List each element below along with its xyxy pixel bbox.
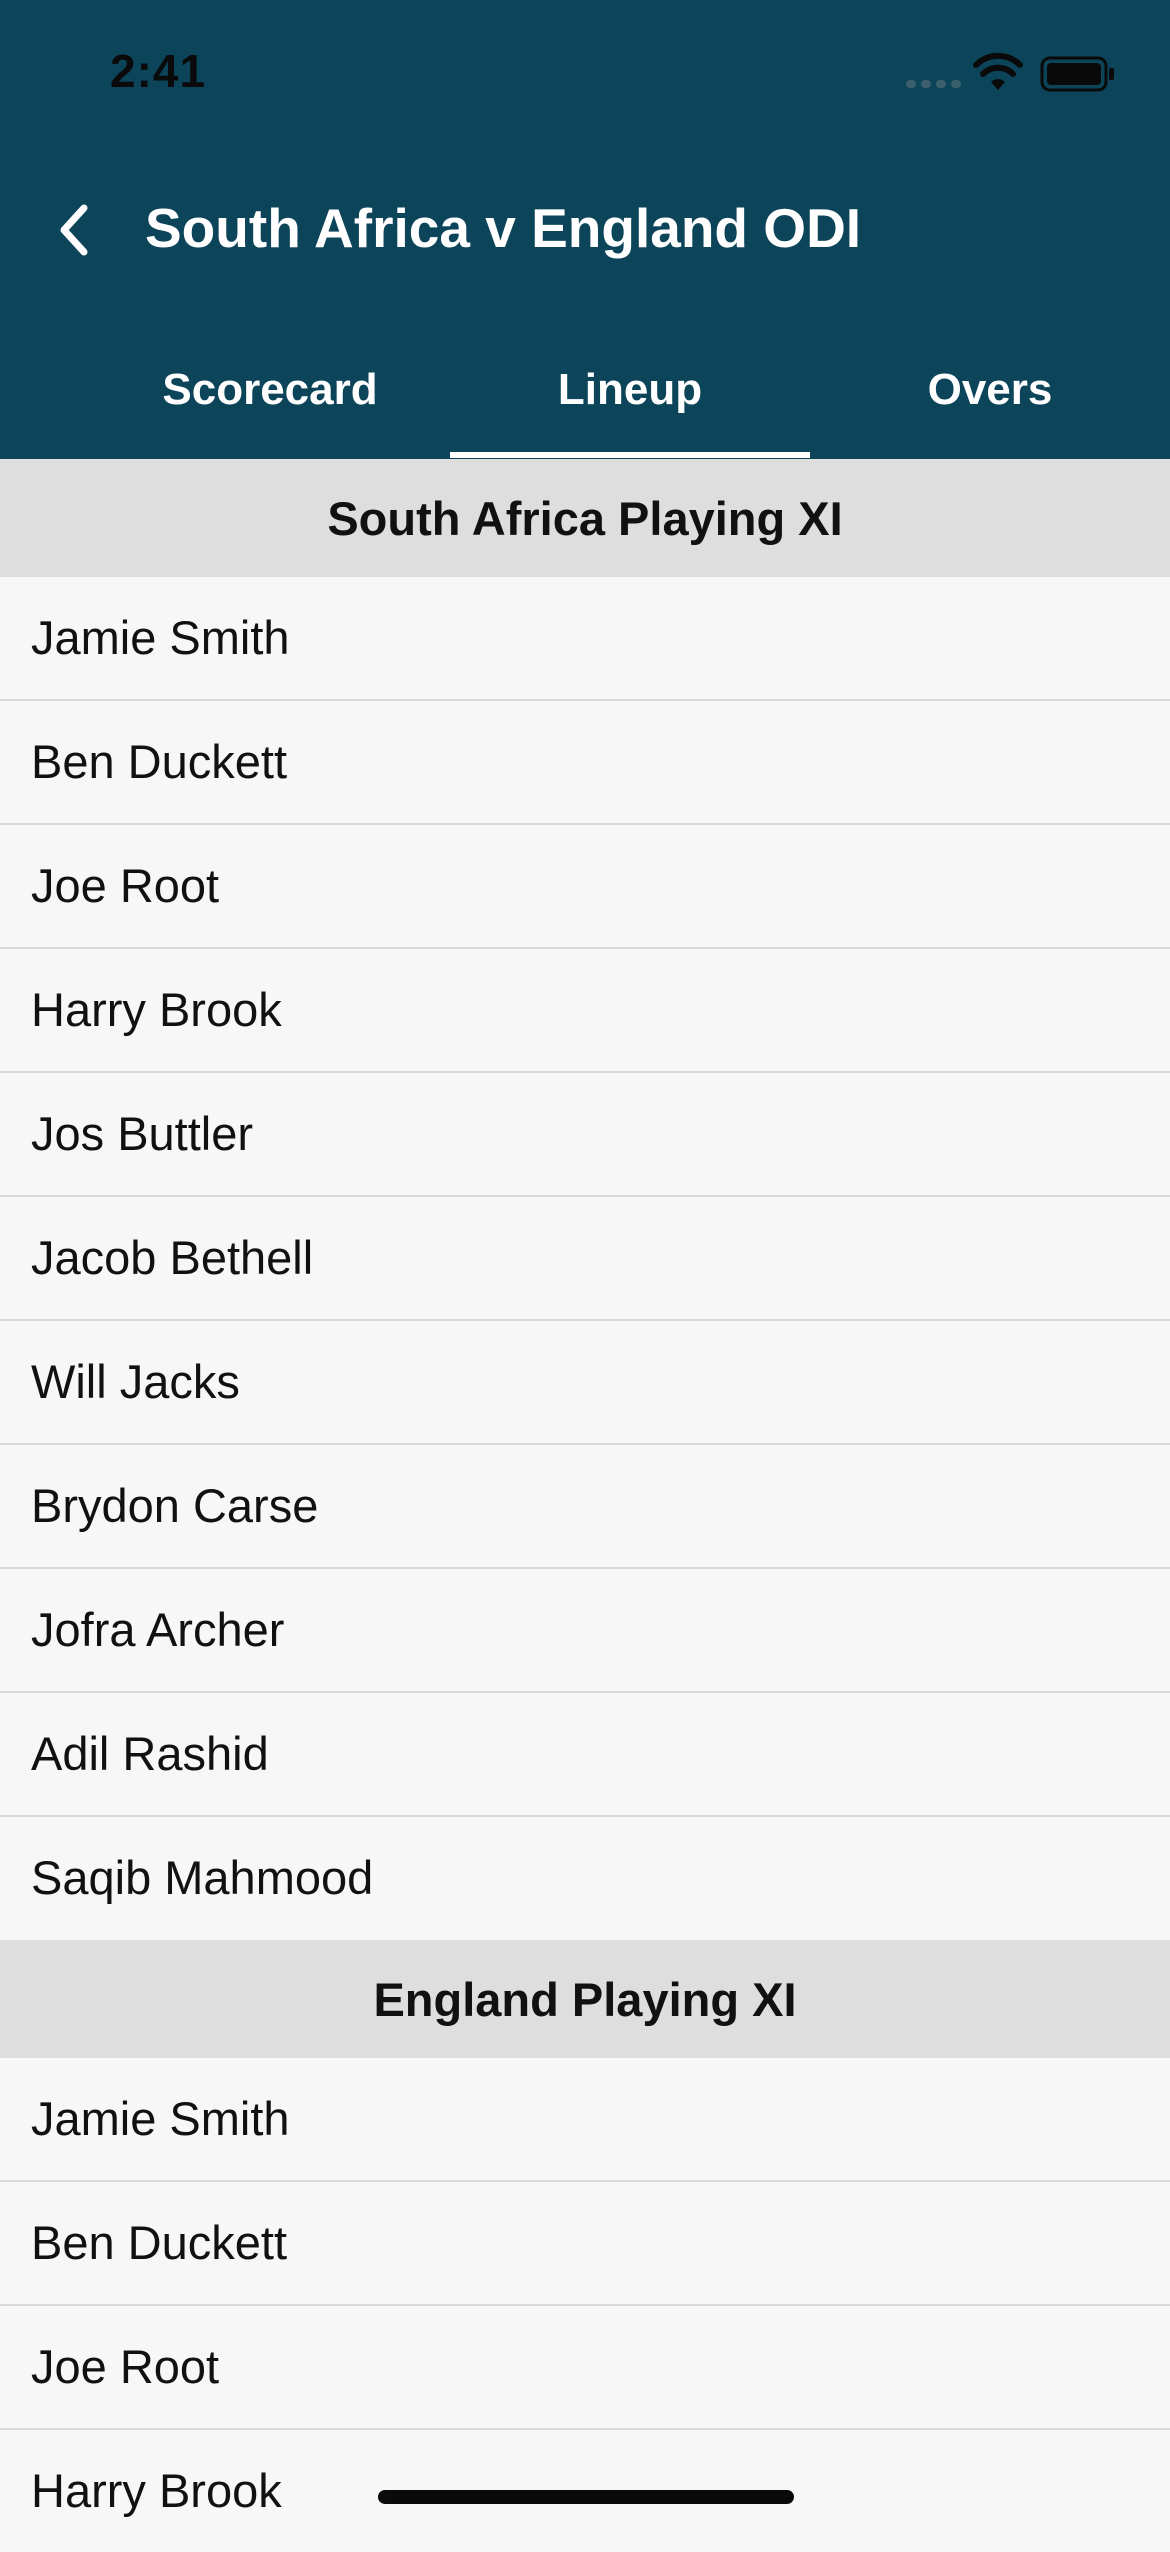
tab-overs[interactable]: Overs [810,355,1170,425]
player-row[interactable]: Jamie Smith [0,577,1170,701]
section-header-england: England Playing XI [0,1940,1170,2058]
home-indicator[interactable] [378,2490,794,2504]
tab-selected-indicator [450,452,810,458]
player-row[interactable]: Ben Duckett [0,2182,1170,2306]
player-name: Jamie Smith [31,2092,290,2145]
player-row[interactable]: Saqib Mahmood [0,1817,1170,1939]
player-row[interactable]: Ben Duckett [0,701,1170,825]
player-row[interactable]: Harry Brook [0,949,1170,1073]
player-name: Jacob Bethell [31,1231,314,1284]
player-row[interactable]: Jacob Bethell [0,1197,1170,1321]
battery-icon [1040,56,1114,92]
player-name: Will Jacks [31,1355,240,1408]
player-name: Ben Duckett [31,735,288,788]
player-row[interactable]: Jamie Smith [0,2058,1170,2182]
section-header-south-africa: South Africa Playing XI [0,459,1170,577]
player-name: Jofra Archer [31,1603,285,1656]
player-name: Joe Root [31,859,220,912]
player-row[interactable]: Jofra Archer [0,1569,1170,1693]
status-time: 2:41 [110,45,207,97]
player-row[interactable]: Brydon Carse [0,1445,1170,1569]
player-row[interactable]: Jos Buttler [0,1073,1170,1197]
cellular-signal-icon [906,80,962,90]
player-name: Adil Rashid [31,1727,269,1780]
player-row[interactable]: Will Jacks [0,1321,1170,1445]
player-name: Jos Buttler [31,1107,254,1160]
player-name: Harry Brook [31,983,282,1036]
player-name: Ben Duckett [31,2216,288,2269]
back-button[interactable] [44,192,104,268]
player-row[interactable]: Joe Root [0,825,1170,949]
player-name: Brydon Carse [31,1479,319,1532]
wifi-icon [973,52,1023,90]
page-title: South Africa v England ODI [145,197,862,259]
app-header: 2:41 South Africa v England ODI Scorecar… [0,0,1170,459]
tab-lineup[interactable]: Lineup [450,355,810,425]
player-name: Harry Brook [31,2464,282,2517]
player-row[interactable]: Harry Brook [0,2430,1170,2532]
player-row[interactable]: Joe Root [0,2306,1170,2430]
player-row[interactable]: Adil Rashid [0,1693,1170,1817]
player-name: Jamie Smith [31,611,290,664]
chevron-left-icon [60,204,88,256]
tab-scorecard[interactable]: Scorecard [90,355,450,425]
player-name: Joe Root [31,2340,220,2393]
player-name: Saqib Mahmood [31,1851,374,1904]
